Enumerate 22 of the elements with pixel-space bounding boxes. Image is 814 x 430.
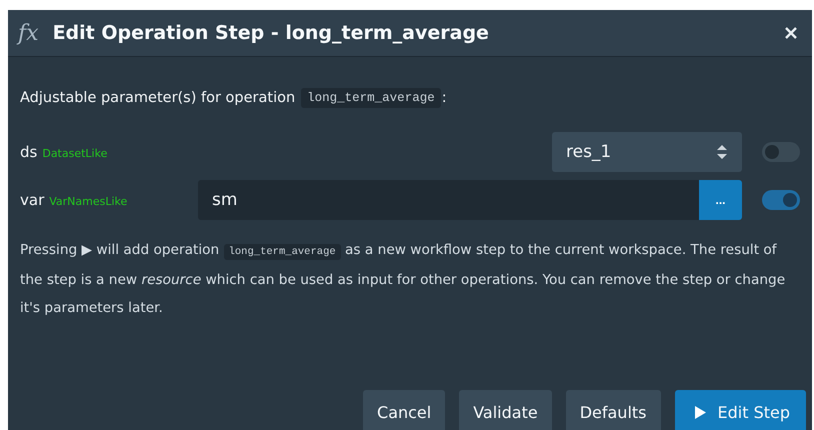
param-name: var bbox=[20, 191, 44, 209]
param-toggle[interactable] bbox=[762, 142, 800, 162]
param-toggle[interactable] bbox=[762, 190, 800, 210]
dialog-button[interactable]: Validate bbox=[459, 390, 552, 430]
dialog-button[interactable]: Cancel bbox=[363, 390, 446, 430]
function-icon: fx bbox=[18, 20, 39, 46]
dialog-button[interactable]: Defaults bbox=[566, 390, 660, 430]
help-paragraph: Pressing ▶ will add operation long_term_average as a new workflow step to the current workspace. The result of the step is a new resource which can be used as input for other operations. You can remove the step or change it's parameters later. bbox=[20, 241, 786, 318]
param-type: VarNamesLike bbox=[49, 195, 128, 208]
operation-code: long_term_average bbox=[301, 88, 441, 108]
var-names-field[interactable]: sm bbox=[198, 180, 699, 220]
intro-text: Adjustable parameter(s) for operation bbox=[20, 90, 296, 106]
param-type: DatasetLike bbox=[42, 147, 108, 160]
colon-text: : bbox=[442, 90, 447, 106]
play-icon bbox=[694, 406, 706, 418]
param-name: ds bbox=[20, 143, 38, 161]
close-icon bbox=[784, 26, 798, 40]
dialog-title: Edit Operation Step - long_term_average bbox=[52, 22, 490, 44]
sort-caret-icon bbox=[716, 144, 728, 160]
edit-step-button[interactable]: Edit Step bbox=[674, 390, 806, 430]
dataset-select[interactable]: res_1 bbox=[552, 132, 742, 172]
more-button[interactable]: ... bbox=[699, 180, 742, 220]
